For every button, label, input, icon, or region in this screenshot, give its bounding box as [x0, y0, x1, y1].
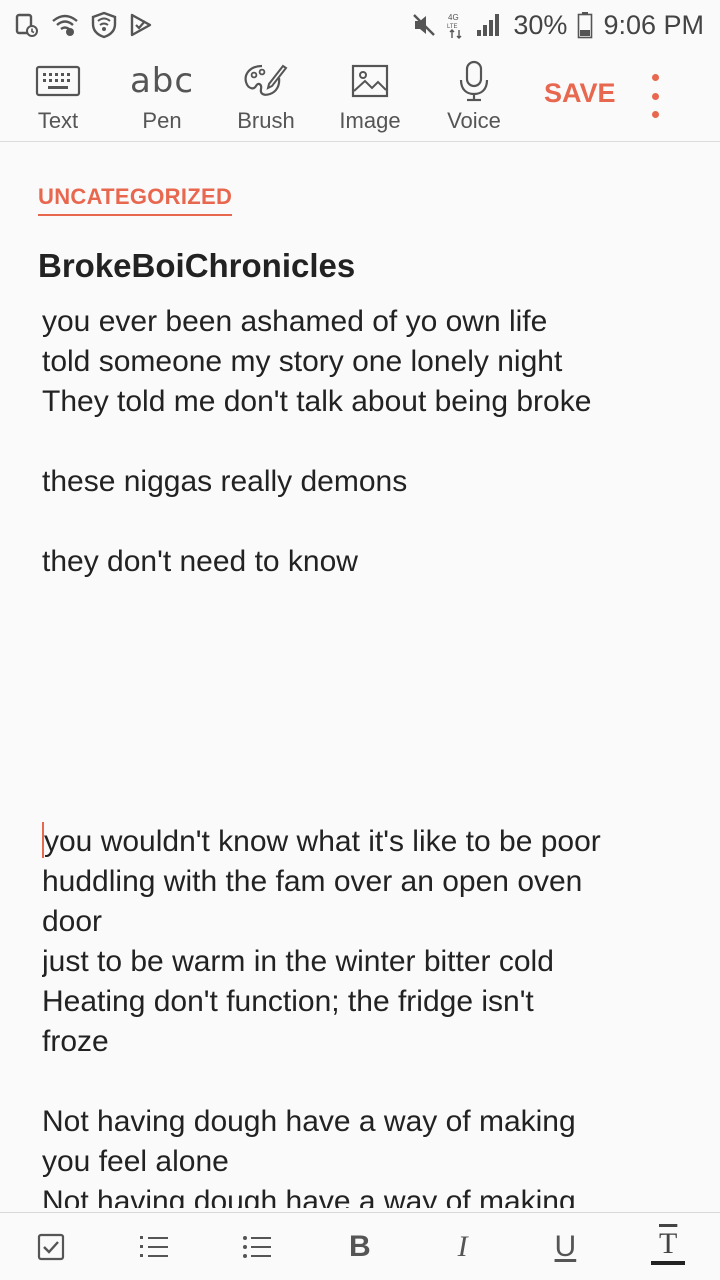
note-line: told someone my story one lonely night	[42, 342, 682, 382]
note-body-editor[interactable]: you ever been ashamed of yo own life told…	[42, 302, 682, 1208]
category-selector[interactable]: UNCATEGORIZED	[38, 184, 233, 216]
text-style-glyph: T	[659, 1226, 678, 1260]
note-line-text: they don't need to know	[42, 545, 358, 578]
underline-button[interactable]: U	[514, 1213, 617, 1280]
wifi-call-icon	[50, 12, 80, 38]
note-line	[42, 622, 682, 662]
microphone-icon	[457, 60, 491, 102]
note-line	[42, 702, 682, 742]
note-line: door	[42, 902, 682, 942]
tool-brush[interactable]: Brush	[214, 50, 318, 142]
tool-text[interactable]: Text	[6, 50, 110, 142]
note-line-text: you wouldn't know what it's like to be p…	[44, 825, 601, 858]
note-line	[42, 422, 682, 462]
note-line-text: huddling with the fam over an open oven	[42, 865, 583, 898]
mute-icon	[411, 12, 437, 38]
text-style-underbar	[651, 1260, 686, 1265]
bulleted-list-icon[interactable]	[206, 1213, 309, 1280]
svg-text:4G: 4G	[448, 13, 459, 22]
tool-image-label: Image	[339, 108, 401, 133]
note-line-text: told someone my story one lonely night	[42, 345, 563, 378]
palette-brush-icon	[242, 60, 290, 102]
note-line: just to be warm in the winter bitter col…	[42, 942, 682, 982]
bold-button[interactable]: B	[308, 1213, 411, 1280]
note-line: they don't need to know	[42, 542, 682, 582]
note-line-text: these niggas really demons	[42, 465, 408, 498]
tool-voice[interactable]: Voice	[422, 50, 526, 142]
note-line-text: They told me don't talk about being brok…	[42, 385, 592, 418]
note-line: They told me don't talk about being brok…	[42, 382, 682, 422]
check-flag-icon	[128, 12, 154, 38]
save-button[interactable]: SAVE	[544, 78, 616, 109]
note-line: Heating don't function; the fridge isn't	[42, 982, 682, 1022]
tool-voice-label: Voice	[447, 108, 501, 133]
editor-toolbar: Text abc Pen Brush Image Voice SAVE	[0, 50, 720, 142]
battery-icon	[577, 11, 593, 39]
note-line: Not having dough have a way of making	[42, 1102, 682, 1142]
note-line: Not having dough have a way of making	[42, 1182, 682, 1208]
more-dot	[651, 92, 659, 100]
format-toolbar: B I U T	[0, 1212, 720, 1280]
underline-glyph: U	[554, 1229, 577, 1263]
note-title[interactable]: BrokeBoiChronicles	[38, 247, 355, 285]
tool-image[interactable]: Image	[318, 50, 422, 142]
note-line	[42, 782, 682, 822]
numbered-list-icon[interactable]	[103, 1213, 206, 1280]
battery-percent: 30%	[513, 9, 568, 40]
note-line: you ever been ashamed of yo own life	[42, 302, 682, 342]
note-line-text: you feel alone	[42, 1145, 229, 1178]
pen-abc-glyph: abc	[129, 61, 195, 101]
pen-abc-icon: abc	[130, 60, 194, 102]
note-line-text: Not having dough have a way of making	[42, 1105, 576, 1138]
svg-text:LTE: LTE	[447, 24, 458, 30]
note-line-text: froze	[42, 1025, 109, 1058]
more-dot	[651, 111, 659, 118]
text-style-icon: T	[651, 1226, 686, 1265]
more-dot	[651, 74, 659, 81]
bold-glyph: B	[348, 1229, 371, 1263]
note-line	[42, 1062, 682, 1102]
status-right-icons: 4G LTE 30% 9:06 PM	[411, 10, 704, 41]
italic-glyph: I	[457, 1229, 468, 1263]
note-line: huddling with the fam over an open oven	[42, 862, 682, 902]
signal-icon	[475, 12, 503, 38]
note-line-text: door	[42, 905, 103, 938]
vpn-shield-icon	[90, 11, 118, 39]
status-bar: 4G LTE 30% 9:06 PM	[0, 0, 720, 50]
image-icon	[350, 60, 390, 102]
note-line	[42, 502, 682, 542]
keyboard-icon	[35, 60, 81, 102]
clock: 9:06 PM	[603, 9, 704, 40]
note-line	[42, 742, 682, 782]
note-editor-screen: 4G LTE 30% 9:06 PM Text abc Pen Brush Im…	[0, 0, 720, 1280]
note-line: you wouldn't know what it's like to be p…	[42, 822, 682, 862]
tool-text-label: Text	[37, 108, 79, 133]
note-line: you feel alone	[42, 1142, 682, 1182]
data-arrows-icon: 4G LTE	[447, 11, 465, 39]
text-style-button[interactable]: T	[617, 1213, 720, 1280]
tool-pen-label: Pen	[142, 108, 182, 133]
note-line: these niggas really demons	[42, 462, 682, 502]
note-line-text: Not having dough have a way of making	[42, 1185, 576, 1208]
checkbox-icon[interactable]	[0, 1213, 103, 1280]
more-vertical-icon[interactable]	[640, 74, 670, 118]
note-line-text: just to be warm in the winter bitter col…	[42, 945, 554, 978]
status-left-icons	[14, 11, 154, 39]
note-line-text: you ever been ashamed of yo own life	[42, 305, 548, 338]
tool-pen[interactable]: abc Pen	[110, 50, 214, 142]
note-line-text: Heating don't function; the fridge isn't	[42, 985, 534, 1018]
tool-brush-label: Brush	[237, 108, 295, 133]
italic-button[interactable]: I	[411, 1213, 514, 1280]
note-line	[42, 582, 682, 622]
note-line: froze	[42, 1022, 682, 1062]
screenshot-icon	[14, 12, 40, 38]
note-line	[42, 662, 682, 702]
